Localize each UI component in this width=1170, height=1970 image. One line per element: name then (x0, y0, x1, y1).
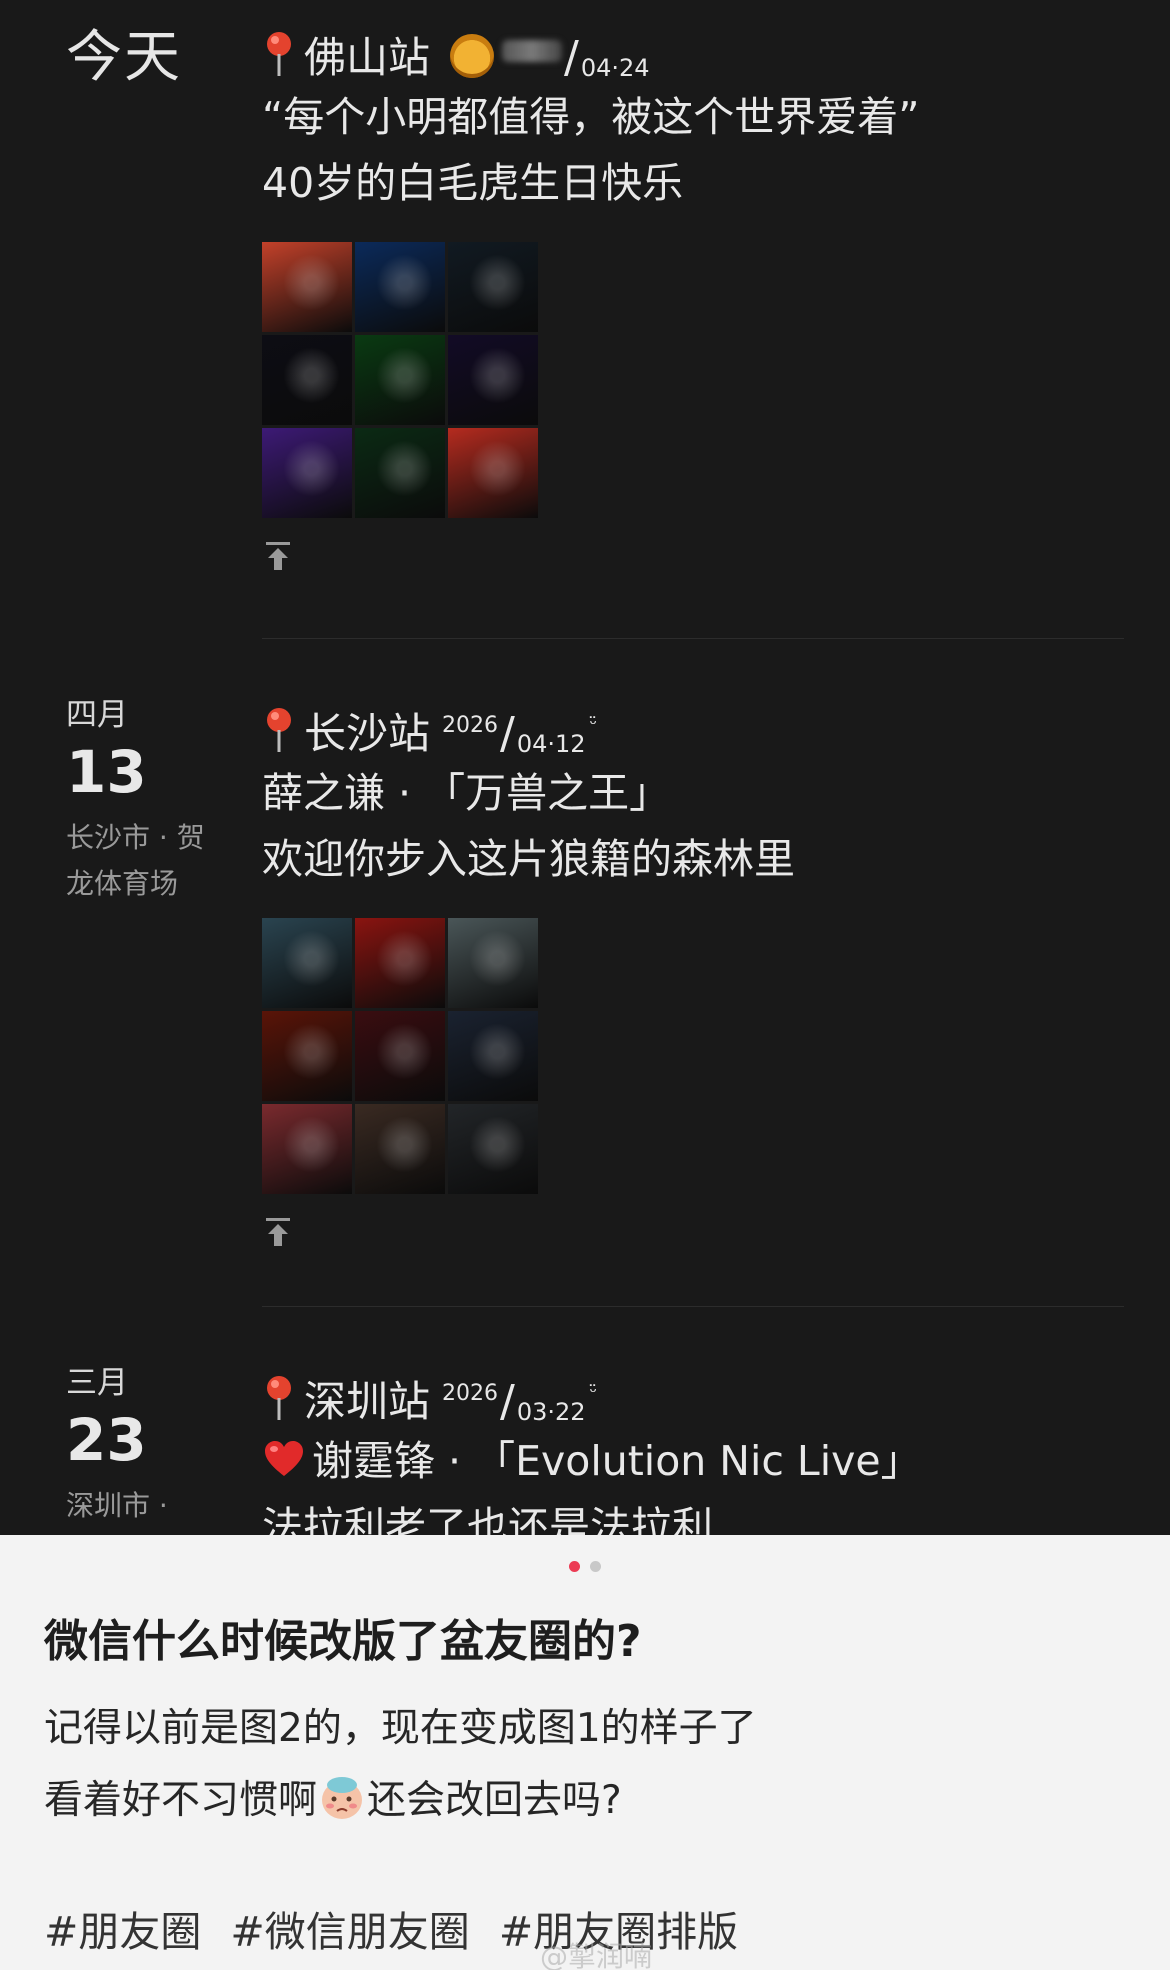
tiger-emoji-icon (450, 34, 495, 78)
pin-to-top-icon[interactable] (264, 1216, 292, 1248)
photo-thumbnail[interactable] (448, 1104, 538, 1194)
post-divider (262, 638, 1124, 639)
post-panel: 微信什么时候改版了盆友圈的? 记得以前是图2的，现在变成图1的样子了 看着好不习… (0, 1535, 1170, 1970)
date-mmdd: 04·12 (516, 730, 586, 758)
date-day: 13 (66, 738, 147, 806)
photo-thumbnail[interactable] (448, 1011, 538, 1101)
location-line[interactable]: 深圳站 2026 / 03·22 ᵕ̈ (262, 1368, 1122, 1428)
hashtag-link[interactable]: #微信朋友圈 (230, 1908, 469, 1956)
date-year: 2026 (442, 1381, 499, 1406)
carousel-indicator[interactable] (0, 1561, 1170, 1572)
pin-to-top-icon[interactable] (264, 540, 292, 572)
watermark: @掣润喃 (540, 1940, 653, 1970)
location-line[interactable]: 长沙站 2026 / 04·12 ᵕ̈ (262, 700, 1122, 760)
photo-thumbnail[interactable] (355, 1011, 445, 1101)
post-body-text: 看着好不习惯啊 (44, 1778, 318, 1823)
post-content: 深圳站 2026 / 03·22 ᵕ̈ 谢霆锋 · 「Evolution Nic… (262, 1368, 1122, 1535)
photo-grid[interactable] (262, 918, 1122, 1194)
map-pin-icon (267, 708, 291, 752)
photo-thumbnail[interactable] (448, 242, 538, 332)
date-today: 今天 (66, 25, 182, 90)
photo-thumbnail[interactable] (355, 242, 445, 332)
post-text-line: 40岁的白毛虎生日快乐 (262, 159, 684, 207)
post-text-line: “每个小明都值得，被这个世界爱着” (262, 93, 920, 141)
photo-thumbnail[interactable] (262, 1011, 352, 1101)
photo-thumbnail[interactable] (262, 1104, 352, 1194)
post-body: 记得以前是图2的，现在变成图1的样子了 看着好不习惯啊 还会改回去吗? (44, 1693, 757, 1837)
blurred-year (502, 40, 563, 62)
location-line[interactable]: 佛山站 / 04·24 (262, 24, 1122, 84)
post-title: 微信什么时候改版了盆友圈的? (44, 1616, 642, 1667)
photo-thumbnail[interactable] (355, 918, 445, 1008)
date-month: 三月 (66, 1365, 128, 1401)
post-text-line: 法拉利老了也还是法拉利 (262, 1503, 713, 1535)
photo-thumbnail[interactable] (262, 428, 352, 518)
post-body-line: 记得以前是图2的，现在变成图1的样子了 (44, 1706, 757, 1751)
carousel-dot-active[interactable] (569, 1561, 580, 1572)
carousel-dot[interactable] (590, 1561, 601, 1572)
photo-thumbnail[interactable] (448, 335, 538, 425)
place-name: 深圳市 · (66, 1489, 168, 1522)
photo-grid[interactable] (262, 242, 1122, 518)
post-content: 佛山站 / 04·24 “每个小明都值得，被这个世界爱着” 40岁的白毛虎生日快… (262, 24, 1122, 576)
date-year: 2026 (442, 713, 499, 738)
date-mmdd: 04·24 (580, 54, 650, 82)
moments-feed[interactable]: 今天 佛山站 / 04·24 “每个小明都值得，被这个世界爱着” 40岁的白毛虎… (0, 0, 1170, 1535)
hashtag-link[interactable]: #朋友圈 (44, 1908, 201, 1956)
date-column: 今天 (66, 30, 216, 86)
post-text-line: 欢迎你步入这片狼籍的森林里 (262, 835, 795, 883)
map-pin-icon (267, 1376, 291, 1420)
map-pin-icon (267, 32, 291, 76)
post-body-text: 还会改回去吗? (367, 1778, 622, 1823)
photo-thumbnail[interactable] (355, 335, 445, 425)
date-slash: / (500, 1376, 515, 1427)
post-text: 谢霆锋 · 「Evolution Nic Live」 (312, 1437, 922, 1485)
post-divider (262, 1306, 1124, 1307)
crying-face-emoji-icon (322, 1777, 363, 1819)
photo-thumbnail[interactable] (355, 1104, 445, 1194)
heart-icon (265, 1441, 303, 1476)
photo-thumbnail[interactable] (262, 918, 352, 1008)
photo-thumbnail[interactable] (448, 428, 538, 518)
station-name: 深圳站 (304, 1377, 431, 1426)
date-column: 四月 13 长沙市 · 贺龙体育场 (66, 700, 216, 907)
date-mmdd: 03·22 (516, 1398, 586, 1426)
post-text-line: 谢霆锋 · 「Evolution Nic Live」 (262, 1428, 1122, 1494)
post-body-line: 看着好不习惯啊 还会改回去吗? (44, 1765, 757, 1837)
station-name: 长沙站 (304, 709, 431, 758)
smile-icon: ᵕ̈ (589, 1382, 598, 1403)
date-month: 四月 (66, 697, 128, 733)
date-slash: / (564, 32, 579, 83)
photo-thumbnail[interactable] (448, 918, 538, 1008)
date-column: 三月 23 深圳市 · (66, 1368, 216, 1529)
photo-thumbnail[interactable] (355, 428, 445, 518)
screenshot-root: 今天 佛山站 / 04·24 “每个小明都值得，被这个世界爱着” 40岁的白毛虎… (0, 0, 1170, 1970)
post-text-line: 薛之谦 · 「万兽之王」 (262, 769, 671, 817)
post-content: 长沙站 2026 / 04·12 ᵕ̈ 薛之谦 · 「万兽之王」 欢迎你步入这片… (262, 700, 1122, 1252)
station-name: 佛山站 (304, 33, 431, 82)
photo-thumbnail[interactable] (262, 335, 352, 425)
date-slash: / (500, 708, 515, 759)
smile-icon: ᵕ̈ (589, 714, 598, 735)
date-day: 23 (66, 1406, 147, 1474)
photo-thumbnail[interactable] (262, 242, 352, 332)
place-name: 长沙市 · 贺龙体育场 (66, 821, 205, 900)
